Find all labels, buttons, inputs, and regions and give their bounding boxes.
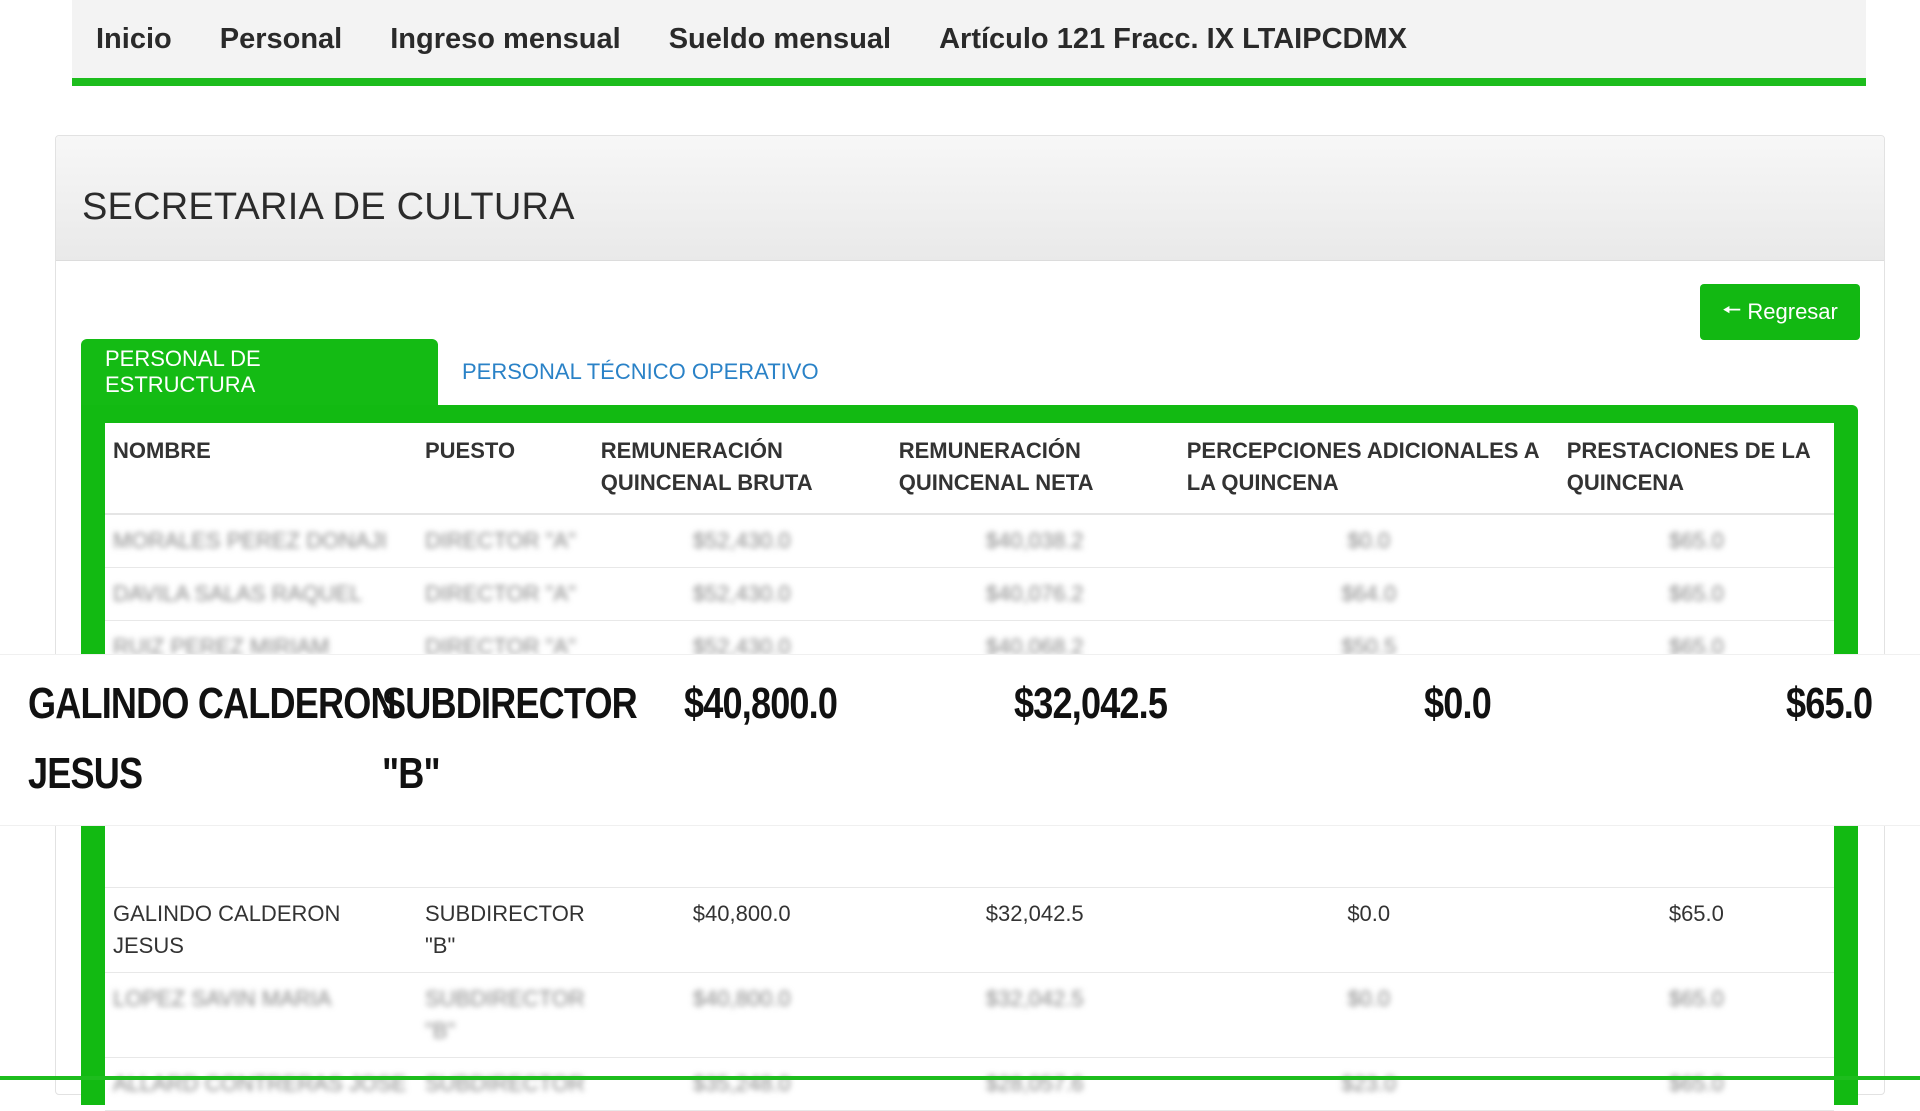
cell-neta: $40,038.2	[890, 514, 1179, 568]
zoom-puesto-line1: SUBDIRECTOR	[382, 679, 638, 728]
nav-item-personal[interactable]: Personal	[220, 23, 343, 56]
cell-percepciones: $23.0	[1178, 1057, 1559, 1111]
nav-item-inicio[interactable]: Inicio	[96, 23, 172, 56]
nav-item-ingreso-mensual[interactable]: Ingreso mensual	[390, 23, 620, 56]
zoom-neta: $32,042.5	[1014, 679, 1168, 728]
cell-neta: $40,076.2	[890, 567, 1179, 621]
cell-prestaciones: $65.0	[1558, 1057, 1834, 1111]
table-row: ALLARD CONTRERAS JOSE SUBDIRECTOR $35,24…	[105, 1057, 1834, 1111]
cell-bruta: $40,800.0	[592, 972, 891, 1058]
header-puesto: PUESTO	[417, 423, 593, 515]
table-row: DAVILA SALAS RAQUEL DIRECTOR "A" $52,430…	[105, 567, 1834, 621]
table-header-row: NOMBRE PUESTO REMUNERACIÓN QUINCENAL BRU…	[105, 423, 1834, 515]
cell-bruta: $35,248.0	[592, 1057, 891, 1111]
table-row: MORALES PEREZ DONAJI DIRECTOR "A" $52,43…	[105, 514, 1834, 568]
back-button[interactable]: 🠔 Regresar	[1700, 284, 1860, 340]
cell-bruta: $40,800.0	[592, 887, 891, 973]
cell-bruta: $52,430.0	[592, 514, 891, 568]
cell-prestaciones: $65.0	[1558, 567, 1834, 621]
tab-bar: PERSONAL DE ESTRUCTURA PERSONAL TÉCNICO …	[81, 339, 843, 405]
zoom-prestaciones: $65.0	[1786, 679, 1873, 728]
magnified-row-overlay: GALINDO CALDERON JESUS SUBDIRECTOR "B" $…	[0, 655, 1920, 825]
cell-prestaciones: $65.0	[1558, 972, 1834, 1058]
cell-bruta: $52,430.0	[592, 567, 891, 621]
main-panel: SECRETARIA DE CULTURA 🠔 Regresar PERSONA…	[55, 135, 1885, 1111]
nav-item-articulo-121[interactable]: Artículo 121 Fracc. IX LTAIPCDMX	[939, 23, 1407, 56]
cell-prestaciones: $65.0	[1558, 887, 1834, 973]
cell-neta: $32,042.5	[890, 972, 1179, 1058]
cell-percepciones: $0.0	[1178, 972, 1559, 1058]
arrow-left-icon: 🠔	[1722, 297, 1742, 322]
back-button-label: Regresar	[1747, 299, 1838, 324]
cell-nombre: LOPEZ SAVIN MARIA	[105, 972, 417, 1058]
zoom-puesto-line2: "B"	[382, 749, 441, 798]
cell-percepciones: $0.0	[1178, 887, 1559, 973]
cell-puesto: DIRECTOR "A"	[417, 514, 593, 568]
zoom-percepciones: $0.0	[1424, 679, 1492, 728]
cell-percepciones: $64.0	[1178, 567, 1559, 621]
cell-nombre: MORALES PEREZ DONAJI	[105, 514, 417, 568]
header-remuneracion-bruta: REMUNERACIÓN QUINCENAL BRUTA	[592, 423, 891, 515]
cell-prestaciones: $65.0	[1558, 514, 1834, 568]
cell-puesto: SUBDIRECTOR "B"	[417, 887, 593, 973]
cell-puesto: SUBDIRECTOR "B"	[417, 972, 593, 1058]
top-navbar: Inicio Personal Ingreso mensual Sueldo m…	[72, 0, 1866, 86]
table-row: LOPEZ SAVIN MARIA SUBDIRECTOR "B" $40,80…	[105, 972, 1834, 1058]
cell-puesto: DIRECTOR "A"	[417, 567, 593, 621]
zoom-bruta: $40,800.0	[684, 679, 838, 728]
zoom-name-line2: JESUS	[28, 749, 143, 798]
cell-nombre: GALINDO CALDERON JESUS	[105, 887, 417, 973]
cell-puesto: SUBDIRECTOR	[417, 1057, 593, 1111]
cell-neta: $28,057.6	[890, 1057, 1179, 1111]
page-title: SECRETARIA DE CULTURA	[82, 186, 575, 228]
zoom-name-line1: GALINDO CALDERON	[28, 679, 397, 728]
tab-personal-estructura[interactable]: PERSONAL DE ESTRUCTURA	[81, 339, 438, 405]
cell-nombre: ALLARD CONTRERAS JOSE	[105, 1057, 417, 1111]
header-percepciones: PERCEPCIONES ADICIONALES A LA QUINCENA	[1178, 423, 1559, 515]
header-prestaciones: PRESTACIONES DE LA QUINCENA	[1558, 423, 1834, 515]
table-row-highlighted: GALINDO CALDERON JESUS SUBDIRECTOR "B" $…	[105, 887, 1834, 973]
header-nombre: NOMBRE	[105, 423, 417, 515]
cell-nombre: DAVILA SALAS RAQUEL	[105, 567, 417, 621]
cell-percepciones: $0.0	[1178, 514, 1559, 568]
panel-heading: SECRETARIA DE CULTURA	[56, 136, 1884, 261]
header-remuneracion-neta: REMUNERACIÓN QUINCENAL NETA	[890, 423, 1179, 515]
tab-personal-tecnico-operativo[interactable]: PERSONAL TÉCNICO OPERATIVO	[438, 339, 843, 405]
bottom-divider	[0, 1076, 1920, 1080]
nav-menu: Inicio Personal Ingreso mensual Sueldo m…	[72, 0, 1866, 78]
cell-neta: $32,042.5	[890, 887, 1179, 973]
nav-item-sueldo-mensual[interactable]: Sueldo mensual	[669, 23, 891, 56]
